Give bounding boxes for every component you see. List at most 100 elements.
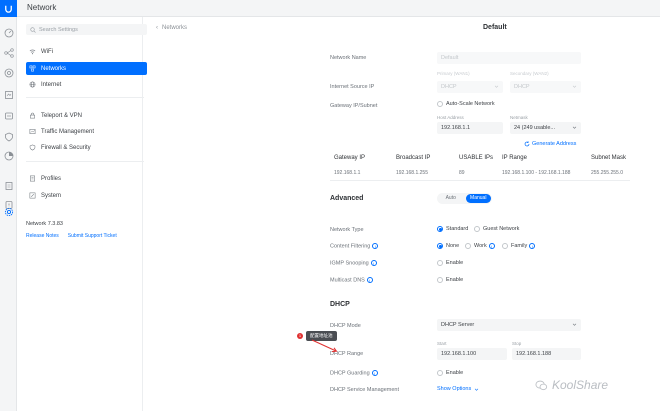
network-type-label: Network Type: [330, 227, 364, 233]
topology-icon[interactable]: [3, 47, 14, 58]
settings-search[interactable]: [26, 24, 147, 35]
host-address-input[interactable]: 192.168.1.1: [437, 122, 503, 134]
enable-label: Enable: [446, 260, 464, 266]
shield-icon[interactable]: [3, 131, 14, 142]
chevron-down-icon: [475, 388, 479, 391]
family-label: Family: [511, 243, 528, 249]
sidebar-item-label: Traffic Management: [41, 128, 95, 135]
info-icon[interactable]: i: [488, 243, 495, 249]
mdns-label: Multicast DNS i: [330, 277, 373, 283]
dhcp-service-label: DHCP Service Management: [330, 387, 399, 393]
back-to-networks[interactable]: ‹ Networks: [156, 25, 187, 31]
show-options-button[interactable]: Show Options: [437, 386, 479, 392]
mdns-text: Multicast DNS: [330, 277, 365, 284]
table-header: IP Range: [502, 155, 527, 161]
table-cell: 255.255.255.0: [591, 170, 623, 176]
netmask-value: 24 (249 usable...: [514, 125, 555, 131]
primary-wan-select[interactable]: DHCP: [437, 81, 503, 93]
radio-selected-icon: [437, 226, 443, 232]
enable-label: Enable: [446, 277, 464, 283]
filter-none[interactable]: None: [437, 243, 459, 249]
footer-links: Release Notes Submit Support Ticket: [26, 233, 117, 239]
dhcp-mode-select[interactable]: DHCP Server: [437, 319, 581, 331]
checkbox-icon: [437, 101, 443, 107]
chevron-down-icon: [572, 126, 577, 129]
settings-gear-icon[interactable]: [3, 206, 14, 217]
info-icon[interactable]: i: [372, 243, 379, 249]
notes-icon[interactable]: [3, 180, 14, 191]
advanced-mode-toggle[interactable]: Auto Manual: [437, 193, 492, 204]
host-address-label: Host Address: [437, 115, 464, 120]
sidebar-item-label: Internet: [41, 81, 62, 88]
secondary-wan-select[interactable]: DHCP: [510, 81, 581, 93]
network-name-field[interactable]: Default: [437, 52, 581, 64]
unifi-logo-icon[interactable]: [0, 0, 17, 17]
network-type-guest[interactable]: Guest Network: [474, 226, 519, 232]
filter-family[interactable]: Family i: [502, 243, 536, 249]
koolshare-watermark: KoolShare: [535, 378, 608, 392]
secondary-wan-value: DHCP: [514, 84, 530, 90]
gateway-label: Gateway IP/Subnet: [330, 103, 378, 109]
radio-icon: [502, 243, 508, 249]
sidebar-item-traffic-management[interactable]: Traffic Management: [26, 125, 147, 138]
table-cell: 192.168.1.1: [334, 170, 361, 176]
netmask-select[interactable]: 24 (249 usable...: [510, 122, 581, 134]
sidebar-item-internet[interactable]: Internet: [26, 78, 147, 91]
sidebar-item-teleport-vpn[interactable]: Teleport & VPN: [26, 109, 147, 122]
generate-address-button[interactable]: Generate Address: [524, 141, 576, 147]
table-cell: 89: [459, 170, 465, 176]
content-filtering-text: Content Filtering: [330, 243, 371, 250]
network-type-standard[interactable]: Standard: [437, 226, 468, 232]
primary-wan-label: Primary (WAN1): [437, 71, 470, 76]
top-bar: Network: [0, 0, 660, 17]
sidebar-item-label: System: [41, 192, 62, 199]
sidebar-item-wifi[interactable]: WiFi: [26, 45, 147, 58]
info-icon[interactable]: i: [366, 277, 373, 283]
table-cell: 192.168.1.100 - 192.168.1.188: [502, 170, 571, 176]
sidebar-item-firewall-security[interactable]: Firewall & Security: [26, 141, 147, 154]
divider: [330, 180, 630, 181]
info-icon[interactable]: i: [370, 260, 377, 266]
networks-icon: [29, 65, 36, 72]
chevron-down-icon: [494, 85, 499, 88]
range-start-input[interactable]: 192.168.1.100: [437, 348, 507, 360]
statistics-icon[interactable]: [3, 110, 14, 121]
system-icon: [29, 192, 36, 199]
manual-option[interactable]: Manual: [465, 194, 491, 203]
info-icon[interactable]: i: [529, 243, 536, 249]
auto-option[interactable]: Auto: [438, 194, 464, 203]
watermark-text: KoolShare: [552, 378, 609, 392]
dashboard-icon[interactable]: [3, 27, 14, 38]
sidebar-item-system[interactable]: System: [26, 189, 147, 202]
sidebar-item-networks[interactable]: Networks: [26, 62, 147, 75]
range-stop-input[interactable]: 192.168.1.188: [512, 348, 581, 360]
dhcp-guarding-checkbox[interactable]: Enable: [437, 370, 463, 376]
info-icon[interactable]: i: [371, 370, 378, 376]
table-header: Broadcast IP: [396, 155, 431, 161]
search-icon: [30, 26, 36, 33]
vpn-icon: [29, 112, 36, 119]
checkbox-icon: [437, 370, 443, 376]
radio-icon: [465, 243, 471, 249]
insights-icon[interactable]: [3, 150, 14, 161]
devices-icon[interactable]: [3, 67, 14, 78]
mdns-enable-checkbox[interactable]: Enable: [437, 277, 463, 283]
enable-label: Enable: [446, 370, 464, 376]
internet-source-label: Internet Source IP: [330, 84, 375, 90]
wechat-icon: [535, 380, 548, 390]
release-notes-link[interactable]: Release Notes: [26, 233, 59, 239]
back-label: Networks: [162, 25, 188, 31]
sidebar-item-label: WiFi: [41, 48, 53, 55]
sidebar-item-label: Profiles: [41, 175, 62, 182]
dhcp-mode-label: DHCP Mode: [330, 323, 361, 329]
auto-scale-checkbox[interactable]: Auto-Scale Network: [437, 101, 495, 107]
clients-icon[interactable]: [3, 89, 14, 100]
sidebar-item-profiles[interactable]: Profiles: [26, 172, 147, 185]
search-input[interactable]: [39, 26, 139, 33]
filter-work[interactable]: Work i: [465, 243, 495, 249]
igmp-enable-checkbox[interactable]: Enable: [437, 260, 463, 266]
firewall-icon: [29, 144, 36, 151]
dhcp-guarding-label: DHCP Guarding i: [330, 370, 378, 376]
range-start-label: Start: [437, 341, 447, 346]
support-ticket-link[interactable]: Submit Support Ticket: [68, 233, 117, 239]
